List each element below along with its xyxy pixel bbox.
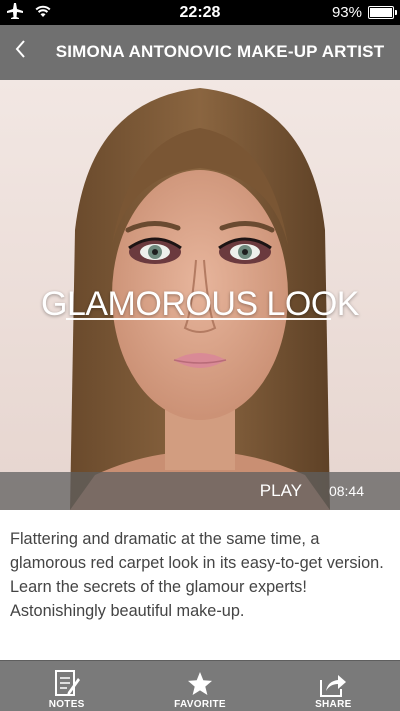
chevron-left-icon — [14, 38, 26, 65]
tab-favorite-label: FAVORITE — [174, 699, 226, 710]
tab-notes[interactable]: NOTES — [0, 661, 133, 711]
video-duration: 08:44 — [328, 483, 364, 499]
tab-share[interactable]: SHARE — [267, 661, 400, 711]
video-preview[interactable]: GLAMOROUS LOOK PLAY 08:44 — [0, 80, 400, 510]
tab-share-label: SHARE — [315, 699, 352, 710]
tab-favorite[interactable]: FAVORITE — [133, 661, 266, 711]
star-icon — [186, 666, 214, 698]
battery-icon — [368, 6, 397, 19]
notes-icon — [54, 666, 80, 698]
nav-bar: SIMONA ANTONOVIC MAKE-UP ARTIST — [0, 25, 400, 80]
tab-bar: NOTES FAVORITE SHARE — [0, 660, 400, 711]
share-icon — [318, 666, 348, 698]
title-underline — [66, 318, 331, 320]
status-bar: 22:28 93% — [0, 0, 400, 25]
tab-notes-label: NOTES — [48, 699, 85, 710]
battery-percent: 93% — [331, 4, 362, 21]
play-button[interactable]: PLAY — [260, 481, 302, 501]
page-title: SIMONA ANTONOVIC MAKE-UP ARTIST — [55, 42, 385, 61]
video-controls: PLAY 08:44 — [0, 472, 400, 510]
back-button[interactable] — [14, 39, 26, 64]
video-description: Flattering and dramatic at the same time… — [10, 530, 384, 620]
